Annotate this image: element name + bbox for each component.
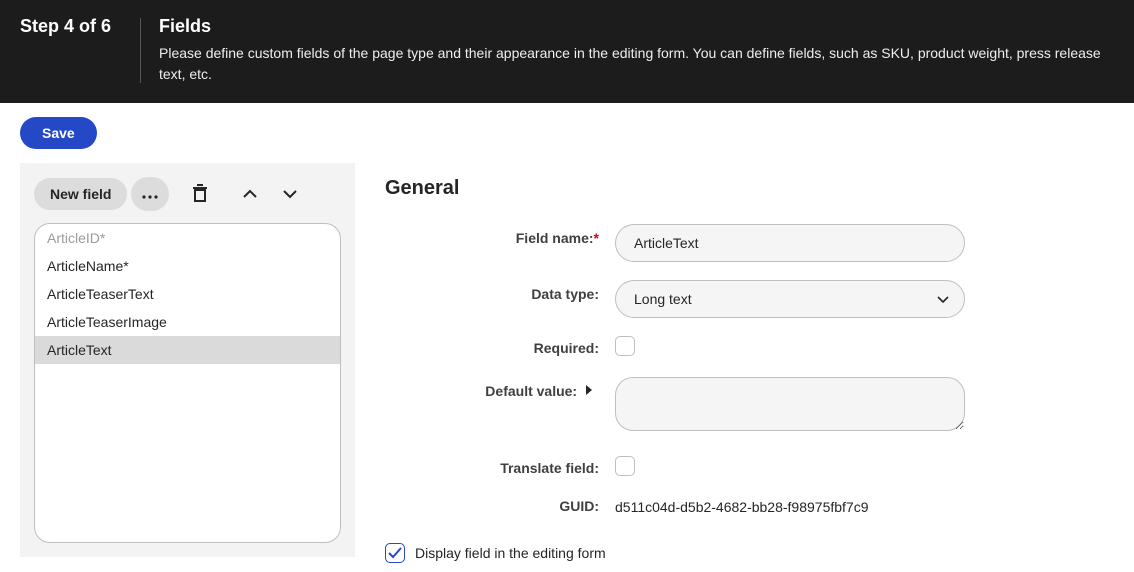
chevron-down-icon [282, 187, 298, 202]
content-area: New field ArticleID [0, 163, 1134, 563]
caret-right-icon [585, 384, 593, 396]
row-display-in-form: Display field in the editing form [385, 543, 1134, 563]
move-up-button[interactable] [231, 177, 269, 211]
fields-sidebar: New field ArticleID [20, 163, 355, 557]
header-content: Fields Please define custom fields of th… [159, 16, 1114, 85]
field-list: ArticleID*ArticleName*ArticleTeaserTextA… [34, 223, 341, 543]
section-title: General [385, 177, 1134, 200]
more-icon [142, 187, 158, 202]
display-in-form-label: Display field in the editing form [415, 545, 606, 561]
save-button[interactable]: Save [20, 117, 97, 149]
label-translate: Translate field: [385, 460, 615, 476]
guid-value: d511c04d-d5b2-4682-bb28-f98975fbf7c9 [615, 497, 869, 515]
display-in-form-checkbox[interactable] [385, 543, 405, 563]
field-list-item[interactable]: ArticleID* [35, 224, 340, 252]
field-list-item[interactable]: ArticleText [35, 336, 340, 364]
row-guid: GUID: d511c04d-d5b2-4682-bb28-f98975fbf7… [385, 497, 1134, 515]
header-description: Please define custom fields of the page … [159, 43, 1114, 85]
row-field-name: Field name:* [385, 224, 1134, 262]
label-required: Required: [385, 340, 615, 356]
step-indicator: Step 4 of 6 [20, 16, 140, 37]
action-toolbar: Save [0, 103, 1134, 163]
label-field-name: Field name:* [385, 224, 615, 246]
field-editor: General Field name:* Data type: Long tex… [355, 163, 1134, 563]
label-guid: GUID: [385, 498, 615, 514]
chevron-up-icon [242, 187, 258, 202]
required-asterisk: * [594, 230, 599, 246]
row-translate: Translate field: [385, 456, 1134, 479]
field-list-item[interactable]: ArticleTeaserText [35, 280, 340, 308]
new-field-button[interactable]: New field [34, 178, 127, 210]
data-type-select[interactable]: Long text [615, 280, 965, 318]
field-list-item[interactable]: ArticleName* [35, 252, 340, 280]
more-actions-button[interactable] [131, 177, 169, 211]
move-down-button[interactable] [271, 177, 309, 211]
default-value-input[interactable] [615, 377, 965, 431]
label-default-value: Default value: [385, 377, 615, 399]
header-divider [140, 18, 141, 83]
row-required: Required: [385, 336, 1134, 359]
row-data-type: Data type: Long text [385, 280, 1134, 318]
expand-default-button[interactable] [585, 384, 593, 396]
row-default-value: Default value: [385, 377, 1134, 434]
field-name-input[interactable] [615, 224, 965, 262]
required-checkbox[interactable] [615, 336, 635, 356]
trash-icon [192, 184, 208, 205]
header-title: Fields [159, 16, 1114, 37]
translate-checkbox[interactable] [615, 456, 635, 476]
delete-button[interactable] [181, 177, 219, 211]
label-data-type: Data type: [385, 280, 615, 302]
sidebar-toolbar: New field [34, 177, 341, 211]
field-list-item[interactable]: ArticleTeaserImage [35, 308, 340, 336]
wizard-header: Step 4 of 6 Fields Please define custom … [0, 0, 1134, 103]
